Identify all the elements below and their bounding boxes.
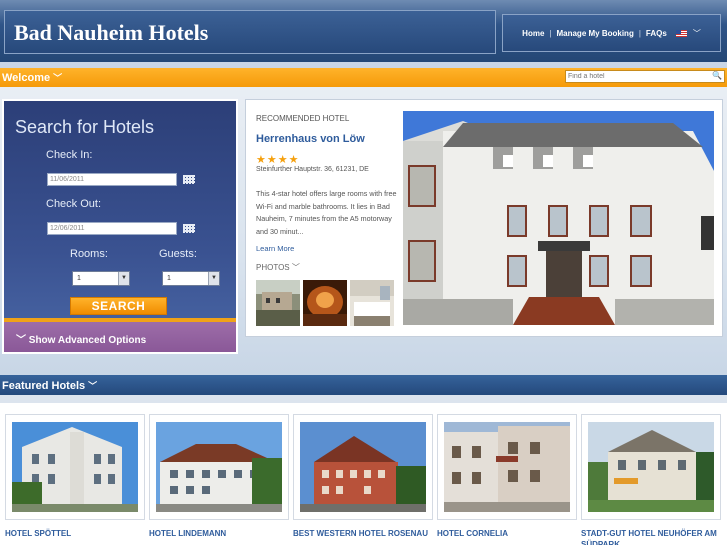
chevron-down-icon: ▼	[208, 272, 219, 285]
hotel-photo	[300, 422, 426, 512]
featured-hotels-label: Featured Hotels	[2, 380, 86, 392]
rooms-label: Rooms:	[70, 248, 108, 260]
advanced-options-bar[interactable]: ﹀ Show Advanced Options	[4, 322, 236, 352]
chevron-down-icon: ﹀	[88, 381, 98, 391]
featured-hotel-card[interactable]	[437, 414, 577, 520]
recommended-kicker: RECOMMENDED HOTEL	[256, 114, 350, 123]
chevron-down-icon: ﹀	[291, 263, 300, 272]
welcome-toggle[interactable]: Welcome ﹀	[2, 71, 62, 84]
welcome-label: Welcome	[2, 72, 51, 84]
find-hotel-input[interactable]	[566, 71, 706, 82]
recommended-hotel-name[interactable]: Herrenhaus von Löw	[256, 133, 365, 145]
chevron-down-icon[interactable]: ﹀	[693, 28, 701, 39]
nav-manage-booking-link[interactable]: Manage My Booking	[556, 29, 633, 38]
featured-divider	[0, 395, 727, 403]
featured-hotel-name[interactable]: BEST WESTERN HOTEL ROSENAU	[293, 528, 435, 539]
check-in-label: Check In:	[46, 149, 93, 161]
title-box: Bad Nauheim Hotels	[4, 10, 496, 54]
chevron-down-icon: ﹀	[53, 73, 63, 83]
featured-hotel-name[interactable]: STADT-GUT HOTEL NEUHÖFER AM SÜDPARK	[581, 528, 725, 545]
site-title[interactable]: Bad Nauheim Hotels	[14, 20, 208, 46]
rooms-select[interactable]: 1 ▼	[72, 271, 130, 286]
site-header: Bad Nauheim Hotels Home | Manage My Book…	[0, 0, 727, 62]
check-in-field[interactable]: 11/06/2011	[47, 173, 177, 186]
hotel-description: This 4-star hotel offers large rooms wit…	[256, 189, 397, 236]
nav-separator: |	[549, 28, 552, 38]
hotel-photo	[588, 422, 714, 512]
photo-thumbnail-exterior[interactable]	[256, 280, 300, 326]
featured-hotel-card[interactable]	[581, 414, 721, 520]
advanced-options-label: Show Advanced Options	[28, 335, 147, 346]
guests-value: 1	[167, 275, 171, 282]
nav-home-link[interactable]: Home	[522, 29, 544, 38]
advanced-options-toggle[interactable]: ﹀ Show Advanced Options	[16, 331, 146, 346]
magnifier-icon[interactable]: 🔍	[712, 71, 722, 80]
find-hotel-box: 🔍	[565, 70, 725, 83]
check-out-label: Check Out:	[46, 198, 102, 210]
guests-label: Guests:	[159, 248, 197, 260]
featured-hotel-name[interactable]: HOTEL SPÖTTEL	[5, 528, 147, 539]
photos-toggle[interactable]: PHOTOS ﹀	[256, 262, 300, 273]
chevron-down-icon: ﹀	[16, 335, 29, 346]
featured-hotel-card[interactable]	[149, 414, 289, 520]
search-panel: Search for Hotels Check In: 11/06/2011 C…	[2, 99, 238, 354]
calendar-icon[interactable]	[183, 175, 195, 184]
featured-hotels-bar: Featured Hotels ﹀	[0, 375, 727, 395]
chevron-down-icon: ▼	[118, 272, 129, 285]
photo-thumbnail-restaurant[interactable]	[303, 280, 347, 326]
check-out-field[interactable]: 12/06/2011	[47, 222, 177, 235]
featured-hotel-name[interactable]: HOTEL CORNELIA	[437, 528, 579, 539]
search-button[interactable]: SEARCH	[70, 297, 167, 315]
us-flag-icon[interactable]	[675, 29, 687, 37]
hotel-photo	[12, 422, 138, 512]
calendar-icon[interactable]	[183, 224, 195, 233]
featured-hotel-card[interactable]	[5, 414, 145, 520]
star-rating: ★★★★	[256, 154, 300, 166]
hotel-photo	[156, 422, 282, 512]
hotel-photo	[444, 422, 570, 512]
nav-faqs-link[interactable]: FAQs	[646, 29, 667, 38]
photos-label: PHOTOS	[256, 263, 290, 272]
featured-hotel-card[interactable]	[293, 414, 433, 520]
nav-separator: |	[638, 28, 641, 38]
hotel-main-photo[interactable]	[403, 111, 714, 325]
top-nav: Home | Manage My Booking | FAQs ﹀	[502, 14, 721, 52]
learn-more-link[interactable]: Learn More	[256, 244, 294, 253]
guests-select[interactable]: 1 ▼	[162, 271, 220, 286]
featured-hotels-toggle[interactable]: Featured Hotels ﹀	[2, 379, 97, 392]
rooms-value: 1	[77, 275, 81, 282]
featured-hotel-name[interactable]: HOTEL LINDEMANN	[149, 528, 291, 539]
photo-thumbnail-room[interactable]	[350, 280, 394, 326]
recommended-panel: RECOMMENDED HOTEL Herrenhaus von Löw ★★★…	[245, 99, 723, 337]
hotel-address: Steinfurther Hauptstr. 36, 61231, DE	[256, 166, 369, 173]
search-title: Search for Hotels	[15, 117, 155, 137]
